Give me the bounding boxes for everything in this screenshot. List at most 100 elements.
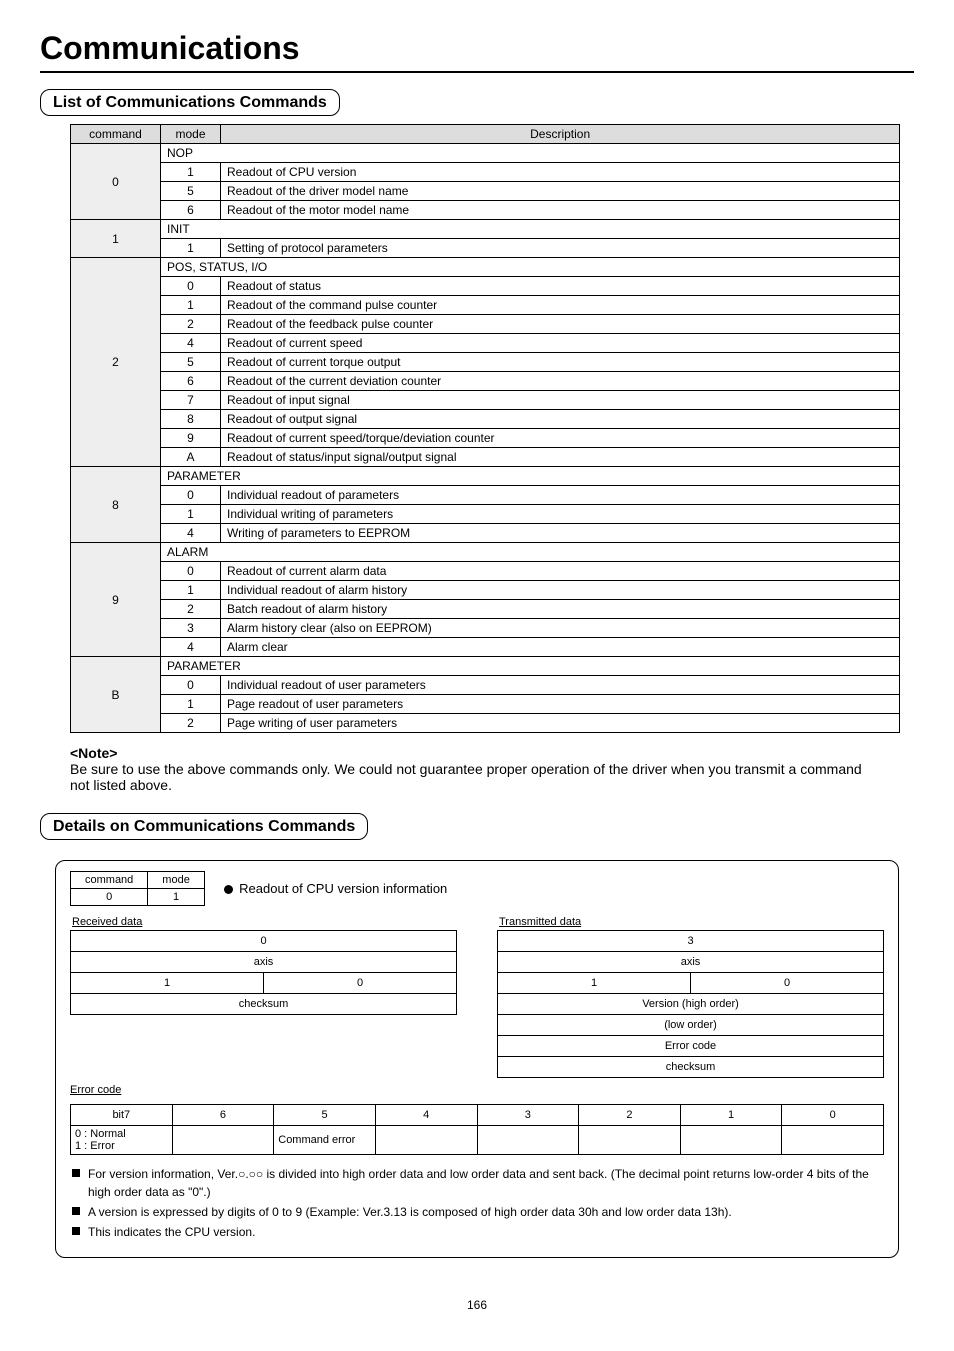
th-description: Description xyxy=(221,125,900,144)
transmitted-label: Transmitted data xyxy=(499,916,884,928)
mode-cell: 4 xyxy=(161,524,221,543)
desc-cell: Page writing of user parameters xyxy=(221,714,900,733)
section-list-heading: List of Communications Commands xyxy=(40,89,340,116)
bullet-3: This indicates the CPU version. xyxy=(70,1223,884,1241)
cmd-cell: 8 xyxy=(71,467,161,543)
cmd-cell: B xyxy=(71,657,161,733)
desc-cell: Readout of current torque output xyxy=(221,353,900,372)
trans-r4: Version (high order) xyxy=(498,994,884,1015)
mode-cell: 1 xyxy=(161,296,221,315)
cmd-mode-box: command mode 0 1 xyxy=(70,871,205,906)
err-0-val xyxy=(782,1126,884,1155)
desc-cell: Alarm clear xyxy=(221,638,900,657)
desc-cell: Readout of input signal xyxy=(221,391,900,410)
desc-cell: Individual readout of alarm history xyxy=(221,581,900,600)
desc-cell: Setting of protocol parameters xyxy=(221,239,900,258)
transmitted-grid: 3 axis 1 0 Version (high order) (low ord… xyxy=(497,930,884,1078)
detail-card: command mode 0 1 Readout of CPU version … xyxy=(55,860,899,1258)
mode-cell: 6 xyxy=(161,201,221,220)
mode-cell: 1 xyxy=(161,581,221,600)
card-title: Readout of CPU version information xyxy=(239,881,447,896)
trans-r7: checksum xyxy=(498,1057,884,1078)
group-title: NOP xyxy=(161,144,900,163)
cmd-cell: 2 xyxy=(71,258,161,467)
mode-cell: 0 xyxy=(161,486,221,505)
notes-list: For version information, Ver.○.○○ is div… xyxy=(70,1165,884,1241)
err-5-val: Command error xyxy=(274,1126,376,1155)
group-title: POS, STATUS, I/O xyxy=(161,258,900,277)
page-title: Communications xyxy=(40,30,914,67)
desc-cell: Individual readout of user parameters xyxy=(221,676,900,695)
desc-cell: Alarm history clear (also on EEPROM) xyxy=(221,619,900,638)
note-heading: <Note> xyxy=(70,745,117,761)
recv-r3a: 1 xyxy=(71,973,264,994)
mode-cell: 5 xyxy=(161,182,221,201)
mode-cell: 2 xyxy=(161,600,221,619)
bullet-2: A version is expressed by digits of 0 to… xyxy=(70,1203,884,1221)
cmd-label: command xyxy=(71,872,148,889)
trans-r3a: 1 xyxy=(498,973,691,994)
mode-cell: 6 xyxy=(161,372,221,391)
trans-r1: 3 xyxy=(498,931,884,952)
received-grid: 0 axis 1 0 checksum xyxy=(70,930,457,1015)
desc-cell: Readout of current speed/torque/deviatio… xyxy=(221,429,900,448)
mode-cell: 0 xyxy=(161,277,221,296)
note-body: Be sure to use the above commands only. … xyxy=(70,761,862,793)
recv-r3b: 0 xyxy=(264,973,457,994)
mode-cell: 0 xyxy=(161,676,221,695)
desc-cell: Readout of current alarm data xyxy=(221,562,900,581)
desc-cell: Readout of the motor model name xyxy=(221,201,900,220)
title-rule xyxy=(40,71,914,73)
mode-cell: A xyxy=(161,448,221,467)
trans-r2: axis xyxy=(498,952,884,973)
desc-cell: Readout of the feedback pulse counter xyxy=(221,315,900,334)
recv-r2: axis xyxy=(71,952,457,973)
err-col-6: 6 xyxy=(172,1105,274,1126)
mode-cell: 1 xyxy=(161,505,221,524)
page-number: 166 xyxy=(40,1298,914,1312)
err-3-val xyxy=(477,1126,579,1155)
recv-r4: checksum xyxy=(71,994,457,1015)
err-col-4: 4 xyxy=(375,1105,477,1126)
desc-cell: Readout of the current deviation counter xyxy=(221,372,900,391)
group-title: ALARM xyxy=(161,543,900,562)
trans-r3b: 0 xyxy=(691,973,884,994)
mode-cell: 1 xyxy=(161,163,221,182)
card-title-wrap: Readout of CPU version information xyxy=(224,881,447,896)
mode-cell: 9 xyxy=(161,429,221,448)
desc-cell: Readout of output signal xyxy=(221,410,900,429)
desc-cell: Batch readout of alarm history xyxy=(221,600,900,619)
err-col-bit7: bit7 xyxy=(71,1105,173,1126)
err-col-2: 2 xyxy=(579,1105,681,1126)
err-col-5: 5 xyxy=(274,1105,376,1126)
mode-val: 1 xyxy=(148,889,205,906)
cmd-cell: 1 xyxy=(71,220,161,258)
desc-cell: Writing of parameters to EEPROM xyxy=(221,524,900,543)
err-col-3: 3 xyxy=(477,1105,579,1126)
group-title: INIT xyxy=(161,220,900,239)
group-title: PARAMETER xyxy=(161,467,900,486)
commands-table: command mode Description 0NOP1Readout of… xyxy=(70,124,900,733)
err-bit7-val: 0 : Normal 1 : Error xyxy=(71,1126,173,1155)
desc-cell: Readout of current speed xyxy=(221,334,900,353)
desc-cell: Individual writing of parameters xyxy=(221,505,900,524)
error-code-caption: Error code xyxy=(70,1084,884,1096)
mode-cell: 1 xyxy=(161,695,221,714)
desc-cell: Readout of CPU version xyxy=(221,163,900,182)
cmd-cell: 0 xyxy=(71,144,161,220)
cmd-cell: 9 xyxy=(71,543,161,657)
desc-cell: Individual readout of parameters xyxy=(221,486,900,505)
trans-r6: Error code xyxy=(498,1036,884,1057)
err-2-val xyxy=(579,1126,681,1155)
mode-cell: 0 xyxy=(161,562,221,581)
mode-cell: 4 xyxy=(161,334,221,353)
err-6-val xyxy=(172,1126,274,1155)
desc-cell: Readout of status xyxy=(221,277,900,296)
mode-cell: 7 xyxy=(161,391,221,410)
trans-r5: (low order) xyxy=(498,1015,884,1036)
mode-cell: 2 xyxy=(161,714,221,733)
mode-cell: 2 xyxy=(161,315,221,334)
mode-cell: 5 xyxy=(161,353,221,372)
th-command: command xyxy=(71,125,161,144)
note-block: <Note> Be sure to use the above commands… xyxy=(70,745,884,793)
